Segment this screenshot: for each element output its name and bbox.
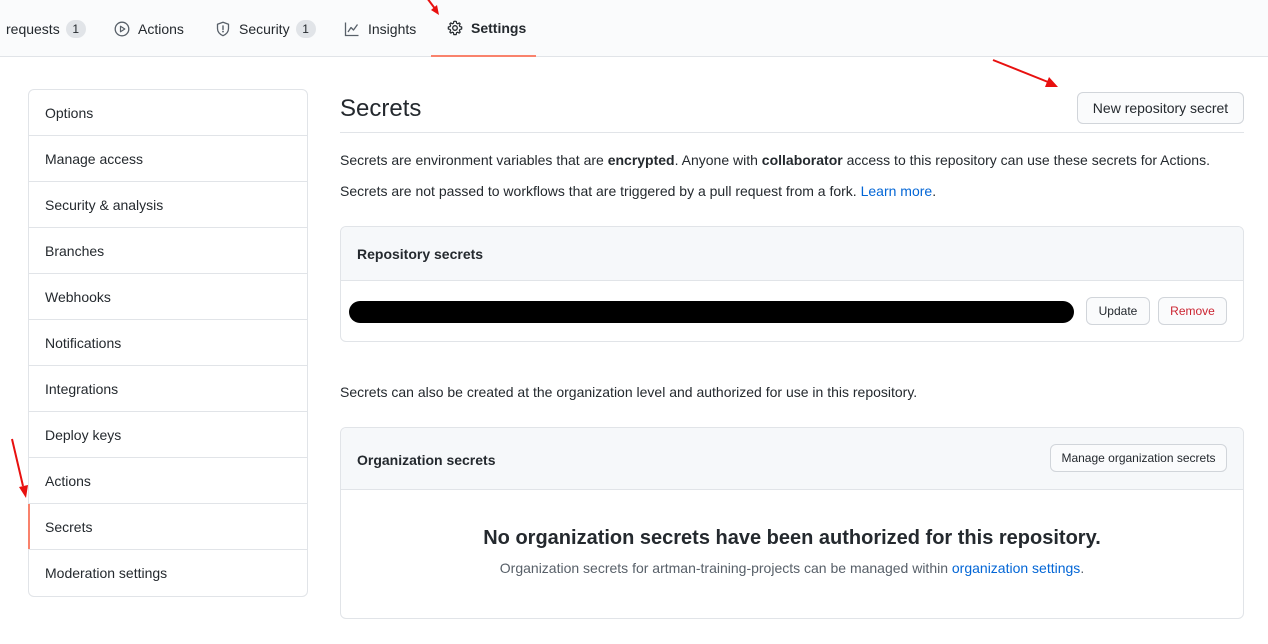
sidebar-item-webhooks[interactable]: Webhooks bbox=[29, 274, 307, 320]
tab-insights[interactable]: Insights bbox=[344, 0, 416, 57]
play-icon bbox=[114, 21, 130, 37]
remove-secret-button[interactable]: Remove bbox=[1158, 297, 1227, 325]
sidebar-item-moderation-settings[interactable]: Moderation settings bbox=[29, 550, 307, 596]
counter-badge: 1 bbox=[65, 19, 86, 38]
secret-row: Update Remove bbox=[341, 281, 1243, 341]
blankslate: No organization secrets have been author… bbox=[341, 527, 1243, 576]
sidebar-item-notifications[interactable]: Notifications bbox=[29, 320, 307, 366]
tab-label: requests bbox=[6, 20, 60, 37]
page-title: Secrets bbox=[340, 95, 422, 122]
organization-secrets-title: Organization secrets bbox=[357, 452, 496, 468]
update-secret-button[interactable]: Update bbox=[1086, 297, 1150, 325]
counter-badge: 1 bbox=[295, 19, 316, 38]
tab-actions[interactable]: Actions bbox=[114, 0, 184, 57]
tab-pull-requests[interactable]: requests 1 bbox=[6, 0, 86, 57]
learn-more-link[interactable]: Learn more bbox=[861, 183, 933, 199]
org-level-note: Secrets can also be created at the organ… bbox=[340, 384, 918, 400]
manage-organization-secrets-button[interactable]: Manage organization secrets bbox=[1050, 444, 1227, 472]
repository-secrets-box: Repository secrets Update Remove bbox=[340, 226, 1244, 342]
sidebar-item-actions[interactable]: Actions bbox=[29, 458, 307, 504]
divider bbox=[340, 132, 1244, 133]
graph-icon bbox=[344, 21, 360, 37]
organization-secrets-box: Organization secrets Manage organization… bbox=[340, 427, 1244, 619]
sidebar-item-secrets[interactable]: Secrets bbox=[28, 504, 307, 550]
sidebar-item-branches[interactable]: Branches bbox=[29, 228, 307, 274]
tab-label: Actions bbox=[138, 20, 184, 37]
box-header: Organization secrets Manage organization… bbox=[341, 428, 1243, 490]
tab-label: Security bbox=[239, 20, 290, 37]
annotation-arrow-icon bbox=[992, 59, 1058, 87]
tab-label: Insights bbox=[368, 20, 417, 37]
empty-state-title: No organization secrets have been author… bbox=[483, 527, 1101, 549]
secrets-intro: Secrets are environment variables that a… bbox=[340, 152, 1210, 168]
repository-secrets-title: Repository secrets bbox=[357, 246, 484, 262]
tab-security[interactable]: Security 1 bbox=[215, 0, 316, 57]
settings-sidebar: Options Manage access Security & analysi… bbox=[28, 89, 308, 597]
tab-label: Settings bbox=[471, 19, 527, 36]
sidebar-item-deploy-keys[interactable]: Deploy keys bbox=[29, 412, 307, 458]
annotation-arrow-icon bbox=[427, 0, 439, 15]
gear-icon bbox=[447, 20, 463, 36]
shield-icon bbox=[215, 21, 231, 37]
sidebar-item-security-analysis[interactable]: Security & analysis bbox=[29, 182, 307, 228]
repo-nav: requests 1 Actions Security 1 Insights S… bbox=[0, 0, 1268, 57]
organization-settings-link[interactable]: organization settings bbox=[952, 560, 1080, 576]
empty-state-text: Organization secrets for artman-training… bbox=[499, 560, 1085, 576]
box-header: Repository secrets bbox=[341, 227, 1243, 281]
sidebar-item-options[interactable]: Options bbox=[29, 90, 307, 136]
sidebar-item-manage-access[interactable]: Manage access bbox=[29, 136, 307, 182]
sidebar-item-integrations[interactable]: Integrations bbox=[29, 366, 307, 412]
fork-note: Secrets are not passed to workflows that… bbox=[340, 183, 937, 199]
redacted-secret-name bbox=[349, 301, 1074, 323]
new-repository-secret-button[interactable]: New repository secret bbox=[1077, 92, 1244, 124]
